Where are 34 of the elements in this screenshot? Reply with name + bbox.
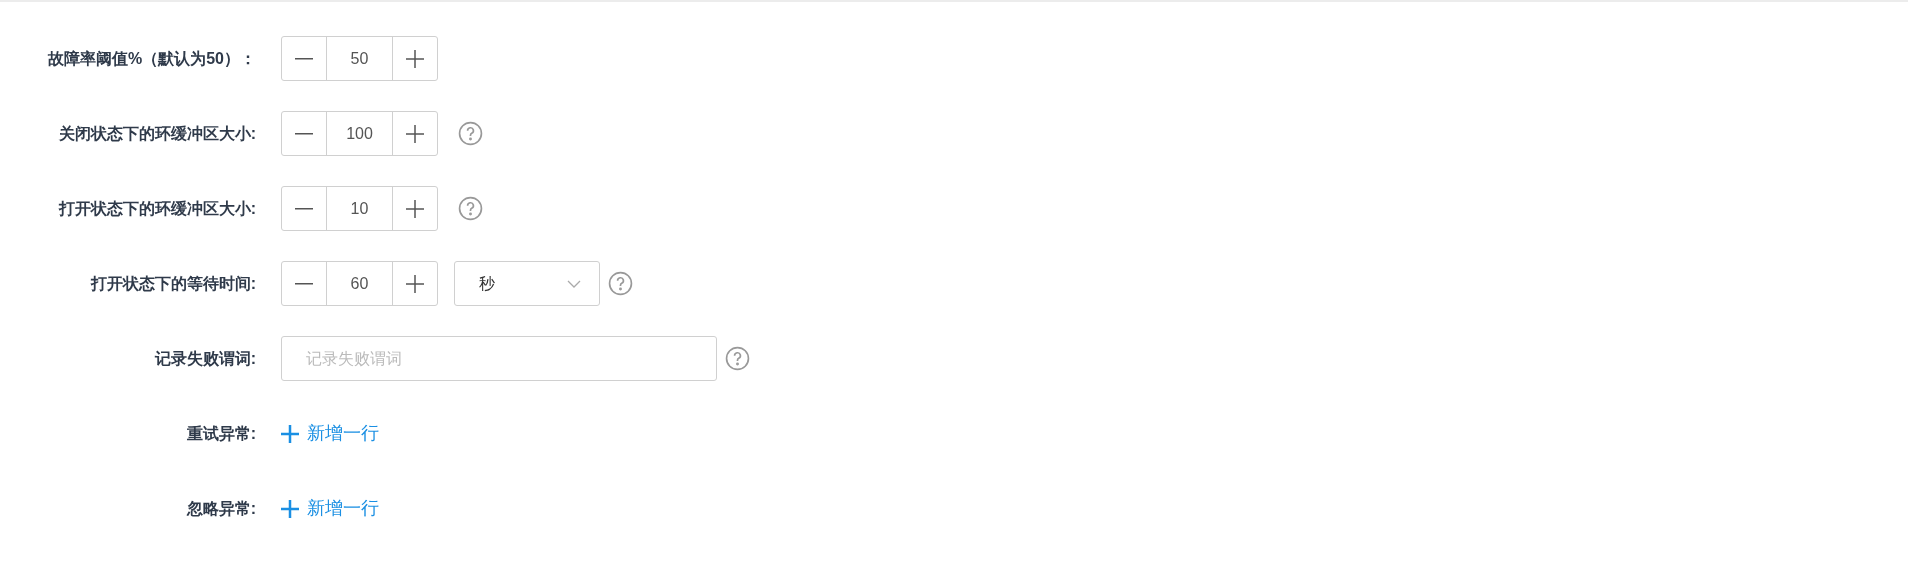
- field-label: 记录失败谓词:: [153, 348, 257, 369]
- chevron-down-icon: [567, 279, 581, 288]
- plus-icon: [281, 499, 299, 518]
- minus-icon: [295, 207, 313, 210]
- help-icon[interactable]: [458, 196, 483, 221]
- minus-icon: [295, 132, 313, 135]
- field-label: 关闭状态下的环缓冲区大小:: [57, 123, 257, 144]
- help-icon[interactable]: [725, 346, 750, 371]
- help-icon[interactable]: [458, 121, 483, 146]
- field-label: 忽略异常:: [185, 498, 257, 519]
- minus-icon: [295, 57, 313, 60]
- plus-icon: [281, 424, 299, 443]
- stepper-value: 50: [350, 48, 369, 69]
- plus-icon: [406, 124, 424, 143]
- minus-icon: [295, 282, 313, 285]
- field-label: 重试异常:: [185, 423, 257, 444]
- plus-icon: [406, 274, 424, 293]
- add-row-link[interactable]: 新增一行: [281, 495, 379, 522]
- number-stepper[interactable]: 50: [281, 36, 438, 81]
- add-row-link[interactable]: 新增一行: [281, 420, 379, 447]
- field-label: 故障率阈值%（默认为50）：: [46, 48, 257, 69]
- stepper-value: 100: [346, 123, 373, 144]
- stepper-value: 60: [350, 273, 369, 294]
- field-label: 打开状态下的环缓冲区大小:: [57, 198, 257, 219]
- plus-icon: [406, 199, 424, 218]
- stepper-value: 10: [350, 198, 369, 219]
- number-stepper[interactable]: 60: [281, 261, 438, 306]
- number-stepper[interactable]: 10: [281, 186, 438, 231]
- plus-icon: [406, 49, 424, 68]
- field-label: 打开状态下的等待时间:: [89, 273, 257, 294]
- number-stepper[interactable]: 100: [281, 111, 438, 156]
- unit-select[interactable]: 秒: [454, 261, 600, 306]
- help-icon[interactable]: [608, 271, 633, 296]
- text-field[interactable]: 记录失败谓词: [281, 336, 717, 381]
